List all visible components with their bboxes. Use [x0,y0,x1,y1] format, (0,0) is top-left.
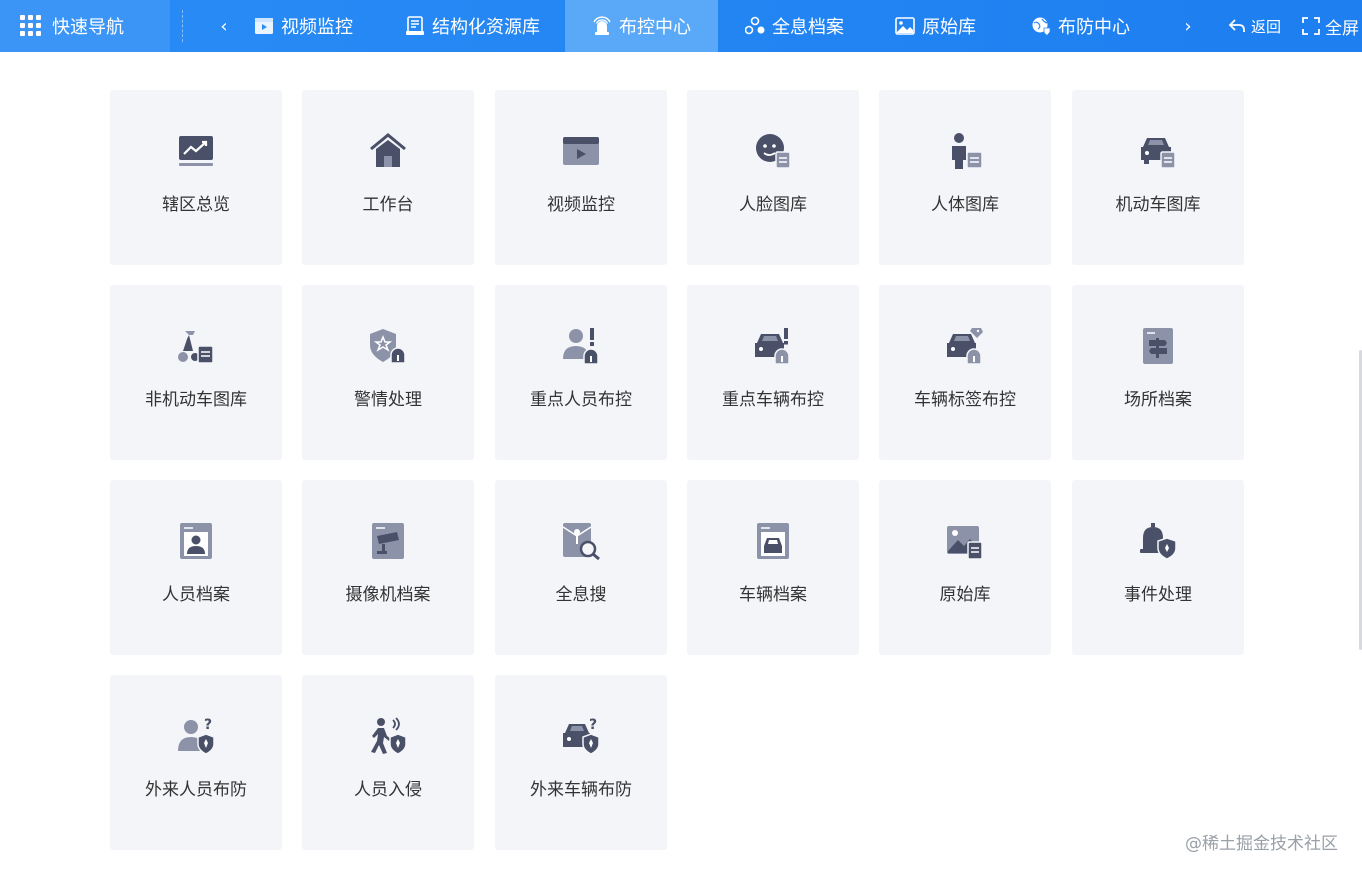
card-label: 人体图库 [931,195,999,215]
card-label: 视频监控 [547,195,615,215]
stranger-vehicle-shield-icon: ? [563,717,600,755]
back-arrow-icon [1228,19,1245,32]
alarm-light-icon [593,16,611,35]
card-police-incident[interactable]: 警情处理 [302,285,474,460]
card-label: 人脸图库 [739,195,807,215]
card-stranger-vehicle-defense[interactable]: ? 外来车辆布防 [495,675,667,850]
grid-menu-icon [20,15,42,37]
tab-structured-library[interactable]: 结构化资源库 [405,0,540,52]
card-vehicle-archive[interactable]: 车辆档案 [687,480,859,655]
video-monitor-icon [255,18,273,34]
fullscreen-icon [1302,17,1320,35]
card-label: 外来车辆布防 [530,780,632,800]
hologram-archive-icon [745,16,765,35]
key-vehicle-alarm-icon [755,328,790,365]
card-label: 重点人员布控 [530,390,632,410]
back-button[interactable]: 返回 [1228,0,1281,52]
face-library-icon [756,134,791,169]
tab-video-monitor[interactable]: 视频监控 [254,0,353,52]
divider [182,10,183,42]
key-person-alarm-icon [563,328,599,365]
card-face-library[interactable]: 人脸图库 [687,90,859,265]
card-body-library[interactable]: 人体图库 [879,90,1051,265]
vehicle-archive-icon [757,523,789,559]
tabs-next-button[interactable]: › [1176,0,1200,52]
trend-chart-icon [179,136,213,166]
tab-label: 视频监控 [281,17,353,38]
fullscreen-button[interactable]: 全屏 [1302,0,1359,52]
card-stranger-person-defense[interactable]: ? 外来人员布防 [110,675,282,850]
card-key-vehicle-control[interactable]: 重点车辆布控 [687,285,859,460]
card-label: 辖区总览 [162,195,230,215]
card-label: 人员档案 [162,585,230,605]
svg-text:?: ? [589,717,597,733]
home-icon [370,133,406,167]
card-label: 车辆标签布控 [914,390,1016,410]
camera-archive-icon [372,523,404,559]
fullscreen-label: 全屏 [1325,18,1359,39]
tabs-prev-button[interactable]: ‹ [212,0,236,52]
card-original-library[interactable]: 原始库 [879,480,1051,655]
defense-globe-icon [1032,17,1051,36]
tab-label: 布控中心 [619,17,691,38]
body-library-icon [952,133,983,169]
card-key-person-control[interactable]: 重点人员布控 [495,285,667,460]
card-label: 外来人员布防 [145,780,247,800]
watermark-text: @稀土掘金技术社区 [1185,834,1338,854]
person-archive-icon [180,523,212,559]
tab-label: 布防中心 [1058,17,1130,38]
card-non-motor-library[interactable]: 非机动车图库 [110,285,282,460]
card-label: 摄像机档案 [345,585,431,605]
tab-hologram-archive[interactable]: 全息档案 [745,0,844,52]
card-video-monitor[interactable]: 视频监控 [495,90,667,265]
tab-label: 原始库 [922,17,976,38]
card-label: 事件处理 [1124,585,1192,605]
tab-original-library[interactable]: 原始库 [895,0,976,52]
vehicle-tag-alarm-icon [947,328,983,365]
card-jurisdiction-overview[interactable]: 辖区总览 [110,90,282,265]
hologram-search-icon [562,523,600,560]
scooter-library-icon [178,331,214,364]
card-vehicle-library[interactable]: 机动车图库 [1072,90,1244,265]
card-place-archive[interactable]: 场所档案 [1072,285,1244,460]
stranger-person-shield-icon: ? [178,717,215,755]
tab-defense-center[interactable]: 布防中心 [1031,0,1130,52]
card-label: 车辆档案 [739,585,807,605]
card-event-handling[interactable]: 事件处理 [1072,480,1244,655]
card-label: 原始库 [939,585,991,605]
card-person-intrusion[interactable]: 人员入侵 [302,675,474,850]
card-label: 全息搜 [555,585,607,605]
top-navigation-bar: 快速导航 ‹ 视频监控 结构化资源库 布控中心 全息档案 原始库 布防中心 › … [0,0,1362,52]
card-label: 非机动车图库 [145,390,247,410]
svg-text:?: ? [204,717,212,733]
card-label: 人员入侵 [354,780,422,800]
tab-control-center[interactable]: 布控中心 [565,0,718,52]
card-person-archive[interactable]: 人员档案 [110,480,282,655]
card-camera-archive[interactable]: 摄像机档案 [302,480,474,655]
back-label: 返回 [1251,17,1282,36]
structured-library-icon [406,16,424,35]
bell-shield-icon [1140,523,1177,560]
quick-nav-label: 快速导航 [52,17,124,38]
card-label: 机动车图库 [1115,195,1201,215]
police-shield-alarm-icon [370,329,406,364]
place-archive-icon [1143,328,1173,364]
card-label: 工作台 [362,195,414,215]
image-library-icon [947,526,983,560]
quick-nav-button[interactable]: 快速导航 [0,0,170,52]
video-play-icon [563,137,599,165]
vehicle-library-icon [1141,138,1176,169]
card-label: 重点车辆布控 [722,390,824,410]
card-workbench[interactable]: 工作台 [302,90,474,265]
tab-label: 全息档案 [772,17,844,38]
tab-label: 结构化资源库 [432,17,540,38]
card-hologram-search[interactable]: 全息搜 [495,480,667,655]
person-intrusion-icon [371,717,407,755]
card-label: 场所档案 [1124,390,1192,410]
card-label: 警情处理 [354,390,422,410]
card-vehicle-tag-control[interactable]: 车辆标签布控 [879,285,1051,460]
original-library-icon [895,17,915,35]
